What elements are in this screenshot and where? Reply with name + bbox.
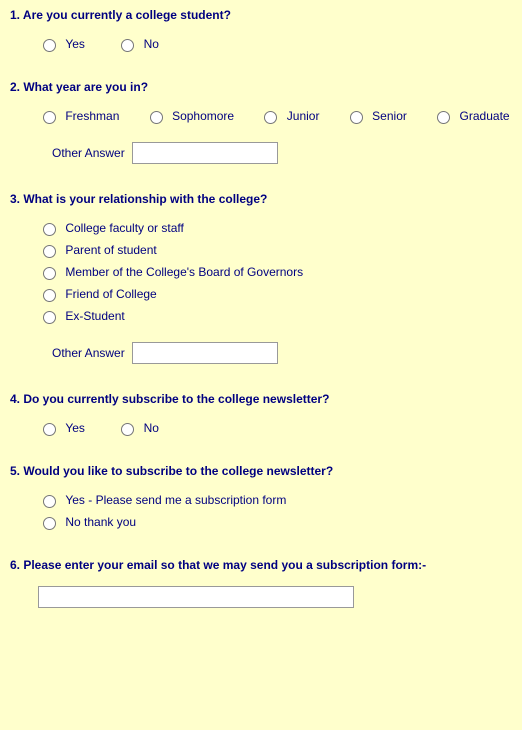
q3-radio-parent[interactable] <box>43 245 56 258</box>
q3-option-board[interactable]: Member of the College's Board of Governo… <box>38 264 512 280</box>
q2-label-freshman: Freshman <box>65 109 119 123</box>
q5-option-no[interactable]: No thank you <box>38 514 512 530</box>
q2-option-sophomore[interactable]: Sophomore <box>145 108 234 124</box>
q3-other-label: Other Answer <box>52 346 125 360</box>
q2-other-label: Other Answer <box>52 146 125 160</box>
q5-option-yes[interactable]: Yes - Please send me a subscription form <box>38 492 512 508</box>
question-4: 4. Do you currently subscribe to the col… <box>10 392 512 436</box>
question-5-text: 5. Would you like to subscribe to the co… <box>10 464 512 478</box>
q4-label-no: No <box>144 421 159 435</box>
q3-radio-friend[interactable] <box>43 289 56 302</box>
q2-other-input[interactable] <box>132 142 278 164</box>
q2-option-graduate[interactable]: Graduate <box>432 108 509 124</box>
q4-label-yes: Yes <box>65 421 85 435</box>
q4-radio-yes[interactable] <box>43 423 56 436</box>
q2-label-senior: Senior <box>372 109 407 123</box>
q3-label-exstudent: Ex-Student <box>65 309 124 323</box>
q3-label-faculty: College faculty or staff <box>65 221 184 235</box>
q2-radio-junior[interactable] <box>264 111 277 124</box>
q5-radio-yes[interactable] <box>43 495 56 508</box>
q2-label-sophomore: Sophomore <box>172 109 234 123</box>
q2-radio-senior[interactable] <box>350 111 363 124</box>
q2-label-graduate: Graduate <box>460 109 510 123</box>
question-6-text: 6. Please enter your email so that we ma… <box>10 558 512 572</box>
question-4-text: 4. Do you currently subscribe to the col… <box>10 392 512 406</box>
q3-other-row: Other Answer <box>52 342 512 364</box>
q2-option-freshman[interactable]: Freshman <box>38 108 119 124</box>
question-5: 5. Would you like to subscribe to the co… <box>10 464 512 530</box>
q2-radio-sophomore[interactable] <box>150 111 163 124</box>
question-1-text: 1. Are you currently a college student? <box>10 8 512 22</box>
q4-radio-no[interactable] <box>121 423 134 436</box>
q3-label-parent: Parent of student <box>65 243 156 257</box>
question-3-text: 3. What is your relationship with the co… <box>10 192 512 206</box>
q2-other-row: Other Answer <box>52 142 512 164</box>
q1-label-no: No <box>144 37 159 51</box>
question-6: 6. Please enter your email so that we ma… <box>10 558 512 608</box>
question-2-options: Freshman Sophomore Junior Senior Graduat… <box>38 108 512 124</box>
q1-option-yes[interactable]: Yes <box>38 36 85 52</box>
question-5-options: Yes - Please send me a subscription form… <box>38 492 512 530</box>
q3-other-input[interactable] <box>132 342 278 364</box>
q3-label-friend: Friend of College <box>65 287 156 301</box>
q1-radio-no[interactable] <box>121 39 134 52</box>
question-3: 3. What is your relationship with the co… <box>10 192 512 364</box>
q2-label-junior: Junior <box>287 109 320 123</box>
question-1-options: Yes No <box>38 36 512 52</box>
q3-radio-board[interactable] <box>43 267 56 280</box>
q1-label-yes: Yes <box>65 37 85 51</box>
q2-option-junior[interactable]: Junior <box>259 108 319 124</box>
q5-radio-no[interactable] <box>43 517 56 530</box>
q4-option-yes[interactable]: Yes <box>38 420 85 436</box>
q3-radio-exstudent[interactable] <box>43 311 56 324</box>
q1-radio-yes[interactable] <box>43 39 56 52</box>
q6-email-row <box>38 586 512 608</box>
q3-radio-faculty[interactable] <box>43 223 56 236</box>
q3-option-parent[interactable]: Parent of student <box>38 242 512 258</box>
q1-option-no[interactable]: No <box>116 36 159 52</box>
q2-option-senior[interactable]: Senior <box>345 108 407 124</box>
question-3-options: College faculty or staff Parent of stude… <box>38 220 512 324</box>
q3-label-board: Member of the College's Board of Governo… <box>65 265 303 279</box>
question-4-options: Yes No <box>38 420 512 436</box>
q5-label-no: No thank you <box>65 515 136 529</box>
q3-option-exstudent[interactable]: Ex-Student <box>38 308 512 324</box>
q3-option-friend[interactable]: Friend of College <box>38 286 512 302</box>
q2-radio-freshman[interactable] <box>43 111 56 124</box>
question-2: 2. What year are you in? Freshman Sophom… <box>10 80 512 164</box>
q5-label-yes: Yes - Please send me a subscription form <box>65 493 286 507</box>
q4-option-no[interactable]: No <box>116 420 159 436</box>
q2-radio-graduate[interactable] <box>437 111 450 124</box>
q6-email-input[interactable] <box>38 586 354 608</box>
question-2-text: 2. What year are you in? <box>10 80 512 94</box>
q3-option-faculty[interactable]: College faculty or staff <box>38 220 512 236</box>
question-1: 1. Are you currently a college student? … <box>10 8 512 52</box>
